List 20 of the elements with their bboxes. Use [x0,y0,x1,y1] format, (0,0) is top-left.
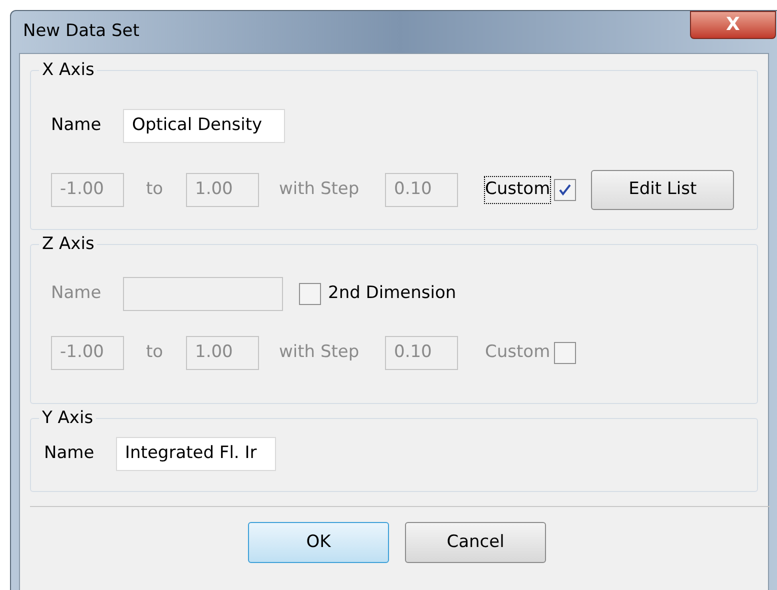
to-label: to [146,178,164,202]
name-label: Name [44,442,96,466]
name-label: Name [51,282,102,306]
ok-button[interactable]: OK [248,522,389,563]
checkmark-icon [558,183,572,197]
checkbox[interactable] [554,179,576,201]
edit-list-button[interactable]: Edit List [591,170,734,210]
custom-label: Custom [485,177,550,203]
to-label: to [146,341,164,364]
window-title: New Data Set [23,20,140,44]
step-label: with Step [279,341,360,364]
checkbox[interactable] [299,283,321,305]
cancel-button[interactable]: Cancel [405,522,546,563]
name-field[interactable]: Optical Density [123,109,285,143]
step-label: with Step [279,178,360,202]
name-field[interactable]: Integrated Fl. Ir [116,437,276,471]
second-dimension-label: 2nd Dimension [328,282,456,306]
name-label: Name [51,114,102,138]
custom-label: Custom [485,341,550,364]
close-button[interactable]: X [690,11,776,39]
